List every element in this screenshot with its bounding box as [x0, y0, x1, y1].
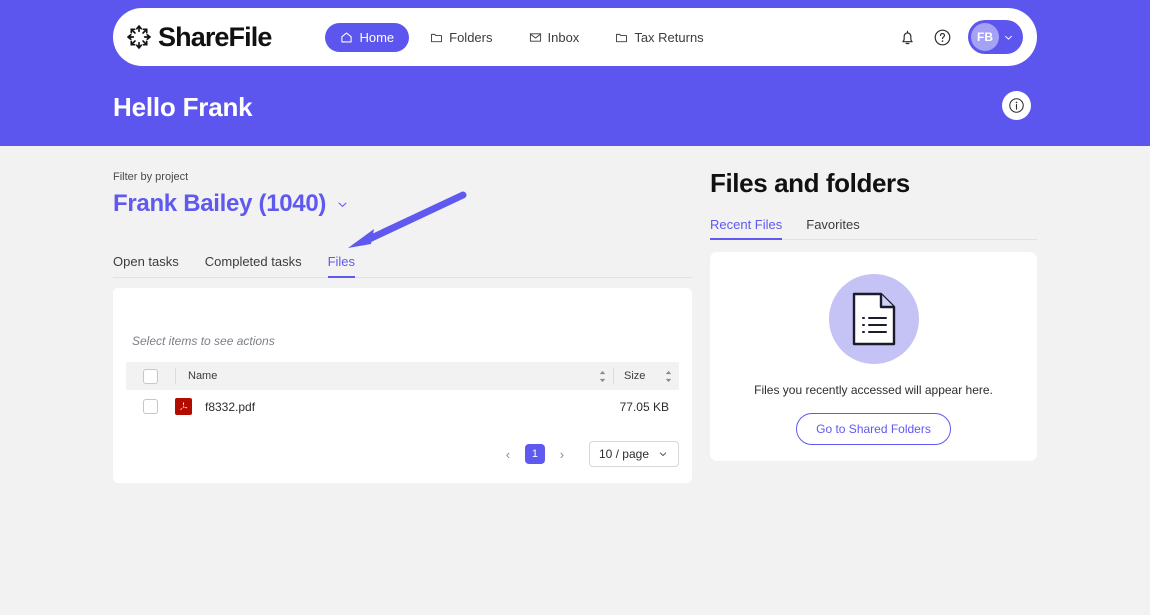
- nav-actions: FB: [898, 20, 1023, 54]
- select-items-hint: Select items to see actions: [132, 334, 275, 348]
- brand-name: ShareFile: [158, 21, 272, 52]
- sort-size-button[interactable]: [657, 370, 679, 383]
- project-filter-value: Frank Bailey (1040): [113, 190, 327, 217]
- tab-favorites[interactable]: Favorites: [806, 217, 859, 239]
- avatar: FB: [971, 23, 999, 51]
- info-circle-icon: [1009, 98, 1024, 113]
- per-page-value: 10 / page: [598, 447, 649, 461]
- folder-icon: [431, 33, 443, 42]
- per-page-dropdown[interactable]: 10 / page: [588, 441, 679, 467]
- column-header-name[interactable]: Name: [175, 368, 591, 384]
- pagination: ‹ 1 › 10 / page: [499, 441, 679, 467]
- page-number-1[interactable]: 1: [524, 444, 545, 464]
- tab-open-tasks[interactable]: Open tasks: [113, 254, 179, 277]
- prev-page-button[interactable]: ‹: [499, 445, 517, 463]
- next-page-button[interactable]: ›: [553, 445, 571, 463]
- tab-recent-files[interactable]: Recent Files: [710, 217, 783, 240]
- sharefile-burst-icon: [126, 24, 152, 50]
- help-button[interactable]: [933, 28, 952, 47]
- notifications-button[interactable]: [898, 28, 917, 47]
- user-menu[interactable]: FB: [968, 20, 1023, 54]
- row-select-cell: [126, 399, 175, 414]
- files-and-folders-title: Files and folders: [710, 168, 910, 198]
- sort-arrows-icon: [665, 370, 671, 382]
- sort-name-button[interactable]: [591, 370, 613, 383]
- envelope-icon: [529, 32, 541, 42]
- nav-item-tax-returns[interactable]: Tax Returns: [600, 23, 718, 52]
- empty-state-illustration: [828, 274, 919, 364]
- empty-state-message: Files you recently accessed will appear …: [754, 383, 993, 397]
- table-row[interactable]: f8332.pdf 77.05 KB: [126, 390, 679, 423]
- nav-item-folders-label: Folders: [449, 29, 493, 45]
- chevron-down-icon: [1005, 35, 1012, 40]
- folder-icon: [616, 33, 628, 42]
- bell-icon: [902, 30, 913, 44]
- nav-item-tax-returns-label: Tax Returns: [634, 29, 704, 45]
- chevron-down-icon: [659, 452, 667, 456]
- top-navigation-bar: ShareFile Home Folders Inbox Tax Returns…: [113, 8, 1037, 66]
- page-title: Hello Frank: [113, 92, 253, 122]
- home-icon: [341, 32, 353, 42]
- column-header-size[interactable]: Size: [613, 368, 657, 384]
- files-and-folders-tabs: Recent Files Favorites: [710, 212, 1037, 240]
- nav-links: Home Folders Inbox Tax Returns: [325, 22, 718, 52]
- recent-files-empty-card: Files you recently accessed will appear …: [710, 252, 1037, 461]
- brand-logo[interactable]: ShareFile: [125, 21, 272, 53]
- select-all-cell: [126, 368, 175, 384]
- go-to-shared-folders-button[interactable]: Go to Shared Folders: [796, 413, 951, 445]
- chevron-down-icon: [338, 202, 347, 207]
- nav-item-inbox-label: Inbox: [547, 29, 580, 45]
- project-filter-dropdown[interactable]: Frank Bailey (1040): [113, 190, 350, 218]
- sort-arrows-icon: [599, 370, 605, 382]
- project-tabs: Open tasks Completed tasks Files: [113, 248, 692, 278]
- document-page-icon: [852, 292, 895, 346]
- tab-files[interactable]: Files: [327, 254, 356, 278]
- info-button[interactable]: [1002, 91, 1031, 120]
- nav-item-inbox[interactable]: Inbox: [514, 23, 595, 52]
- pdf-glyph-icon: [180, 402, 188, 410]
- file-size: 77.05 KB: [619, 399, 669, 414]
- pdf-file-icon: [175, 398, 192, 415]
- annotation-arrow: [348, 191, 467, 248]
- file-name: f8332.pdf: [205, 399, 256, 414]
- select-all-checkbox[interactable]: [143, 368, 158, 384]
- filter-label: Filter by project: [113, 171, 189, 183]
- nav-item-home-label: Home: [359, 29, 395, 45]
- nav-item-folders[interactable]: Folders: [415, 23, 507, 52]
- files-card: Select items to see actions Name Size f8…: [113, 288, 692, 483]
- app-root: Hello Frank ShareFile Home Folders Inbox…: [0, 0, 1150, 615]
- table-header-row: Name Size: [126, 362, 679, 390]
- tab-completed-tasks[interactable]: Completed tasks: [205, 254, 302, 277]
- files-table: Name Size f8332.pdf 77.05 KB: [126, 362, 679, 423]
- question-circle-icon: [934, 29, 951, 45]
- row-checkbox[interactable]: [143, 399, 158, 414]
- nav-item-home[interactable]: Home: [325, 22, 410, 52]
